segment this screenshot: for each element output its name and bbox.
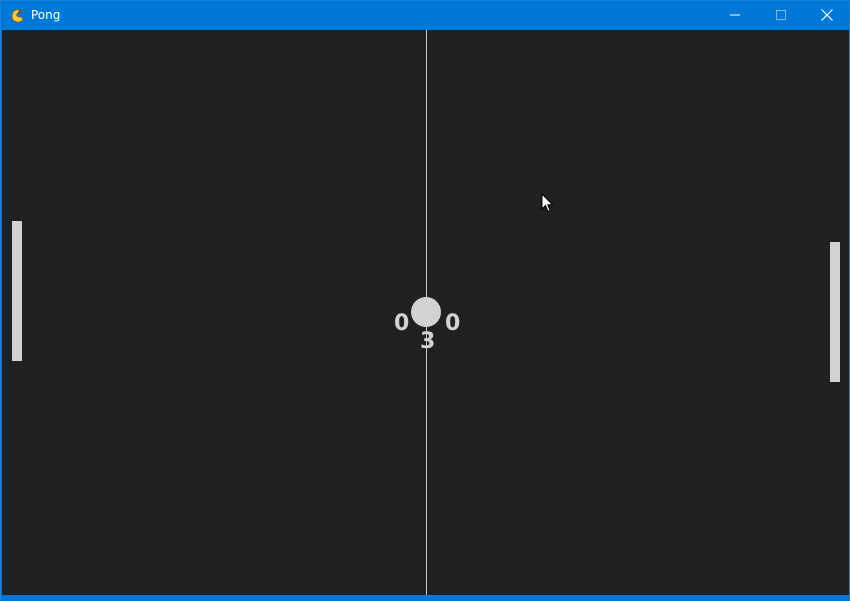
right-player-score: 0 bbox=[445, 311, 461, 336]
game-canvas[interactable]: 0 0 3 bbox=[2, 30, 849, 595]
ball bbox=[411, 297, 441, 327]
countdown-timer: 3 bbox=[420, 329, 436, 354]
close-button[interactable] bbox=[804, 1, 850, 29]
maximize-button[interactable] bbox=[758, 1, 804, 29]
app-window: Pong 0 0 3 bbox=[0, 0, 850, 601]
mouse-cursor-icon bbox=[541, 192, 555, 213]
pygame-snake-icon bbox=[9, 6, 27, 24]
window-bottom-border bbox=[1, 595, 850, 601]
close-icon bbox=[821, 9, 833, 21]
minimize-icon bbox=[730, 10, 740, 20]
title-bar[interactable]: Pong bbox=[1, 1, 849, 29]
left-paddle bbox=[12, 221, 22, 361]
minimize-button[interactable] bbox=[712, 1, 758, 29]
window-title: Pong bbox=[31, 8, 61, 22]
right-paddle bbox=[830, 242, 840, 382]
maximize-icon bbox=[776, 10, 786, 20]
left-player-score: 0 bbox=[394, 311, 410, 336]
